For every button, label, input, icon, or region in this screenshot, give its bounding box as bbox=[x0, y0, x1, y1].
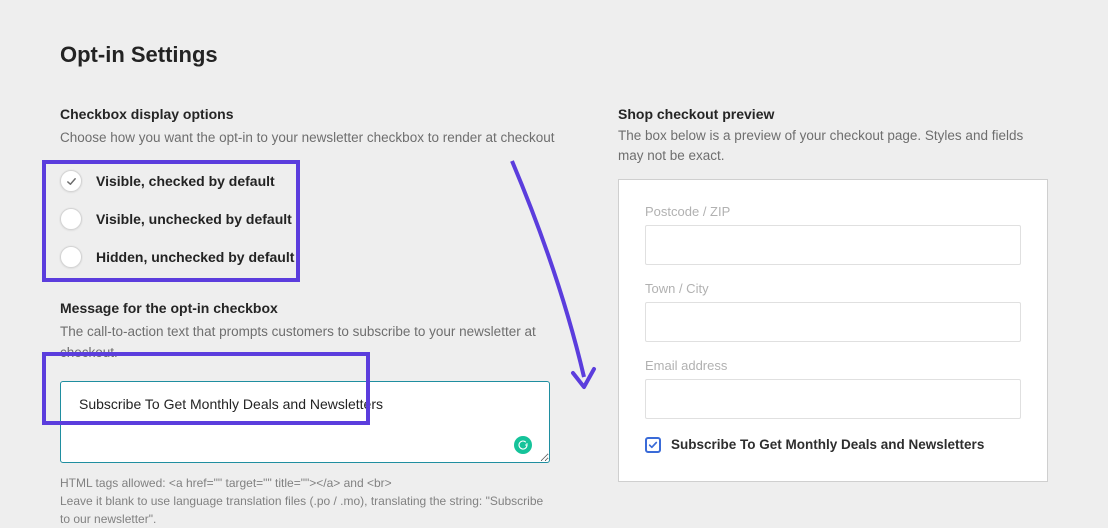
preview-desc: The box below is a preview of your check… bbox=[618, 126, 1048, 167]
preview-email-label: Email address bbox=[645, 358, 1021, 373]
radio-visible-unchecked[interactable]: Visible, unchecked by default bbox=[60, 200, 558, 238]
radio-hidden-unchecked[interactable]: Hidden, unchecked by default bbox=[60, 238, 558, 276]
checkbox-display-radio-group: Visible, checked by default Visible, unc… bbox=[60, 162, 558, 276]
checkbox-options-title: Checkbox display options bbox=[60, 106, 558, 122]
message-helper-text: HTML tags allowed: <a href="" target="" … bbox=[60, 474, 550, 528]
preview-postcode-input[interactable] bbox=[645, 225, 1021, 265]
checkout-preview-box: Postcode / ZIP Town / City Email address… bbox=[618, 179, 1048, 482]
message-textarea[interactable] bbox=[60, 381, 550, 463]
radio-label: Hidden, unchecked by default bbox=[96, 249, 294, 265]
page-title: Opt-in Settings bbox=[60, 42, 1048, 68]
preview-optin-checkbox-icon bbox=[645, 437, 661, 453]
preview-optin-row[interactable]: Subscribe To Get Monthly Deals and Newsl… bbox=[645, 437, 1021, 453]
radio-icon bbox=[60, 170, 82, 192]
preview-email-input[interactable] bbox=[645, 379, 1021, 419]
preview-optin-checkbox-label: Subscribe To Get Monthly Deals and Newsl… bbox=[671, 437, 984, 452]
grammarly-icon[interactable] bbox=[514, 436, 532, 454]
radio-icon bbox=[60, 246, 82, 268]
preview-town-label: Town / City bbox=[645, 281, 1021, 296]
message-title: Message for the opt-in checkbox bbox=[60, 300, 558, 316]
radio-icon bbox=[60, 208, 82, 230]
checkbox-options-desc: Choose how you want the opt-in to your n… bbox=[60, 128, 558, 148]
preview-title: Shop checkout preview bbox=[618, 106, 1048, 122]
radio-visible-checked[interactable]: Visible, checked by default bbox=[60, 162, 558, 200]
preview-town-input[interactable] bbox=[645, 302, 1021, 342]
radio-label: Visible, unchecked by default bbox=[96, 211, 292, 227]
preview-postcode-label: Postcode / ZIP bbox=[645, 204, 1021, 219]
message-desc: The call-to-action text that prompts cus… bbox=[60, 322, 558, 363]
radio-label: Visible, checked by default bbox=[96, 173, 275, 189]
